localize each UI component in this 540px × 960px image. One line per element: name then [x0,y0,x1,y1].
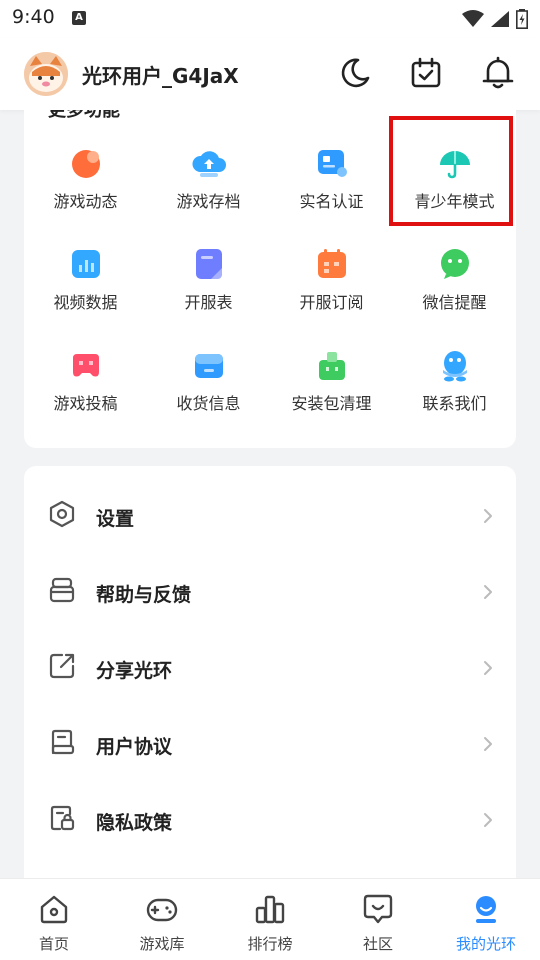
nav-label: 社区 [362,935,393,953]
func-label: 游戏动态 [53,192,118,211]
func-label: 实名认证 [299,192,364,211]
status-time: 9:40 [12,6,55,28]
settings-row-share[interactable]: 分享光环 [24,626,516,702]
func-label: 开服表 [184,293,233,312]
nav-tab-ranking[interactable]: 排行榜 [216,879,324,960]
func-label: 游戏投稿 [53,394,118,413]
func-item-package-cleanup[interactable]: 安装包清理 [270,334,393,414]
bell-icon[interactable] [481,56,515,90]
func-item-game-submit[interactable]: 游戏投稿 [24,334,147,414]
status-bar: 9:40 A [0,0,540,38]
settings-card: 设置 帮助与反馈 分享光环 用户协议 隐私政策 [24,466,516,886]
wifi-icon [462,10,484,27]
signal-icon [491,11,509,27]
home-icon [40,895,68,924]
notification-a-icon: A [72,11,86,25]
nav-tab-community[interactable]: 社区 [324,879,432,960]
func-item-cloud-save[interactable]: 游戏存档 [147,132,270,212]
settings-hex-icon [49,500,75,528]
share-label: 分享光环 [96,660,173,682]
nav-label: 游戏库 [139,935,185,953]
func-item-wechat-reminder[interactable]: 微信提醒 [393,233,516,313]
nav-label: 首页 [38,935,69,953]
battery-icon [516,9,528,29]
func-item-server-subscribe[interactable]: 开服订阅 [270,233,393,313]
help-feedback-icon [49,577,75,603]
user-agreement-label: 用户协议 [96,736,173,758]
func-item-video-data[interactable]: 视频数据 [24,233,147,313]
game-news-icon [72,150,100,178]
settings-label: 设置 [96,508,135,530]
nav-label: 我的光环 [455,935,516,953]
more-functions-title: 更多功能 [48,110,120,121]
community-icon [363,894,393,924]
func-label: 开服订阅 [299,293,364,312]
server-list-icon [196,249,222,279]
delivery-box-icon [195,354,223,378]
chevron-right-icon [484,813,492,827]
cleanup-icon [319,352,345,380]
user-header: 光环用户_G4JaX [0,38,540,110]
profile-icon [476,896,496,923]
func-label: 微信提醒 [422,293,487,312]
more-functions-card: 更多功能 游戏动态 游戏存档 实名认证 青少年模式 视频数据 开服表 开服订阅 … [24,110,516,448]
func-item-delivery-info[interactable]: 收货信息 [147,334,270,414]
gamepad-icon [146,898,178,922]
settings-row-user-agreement[interactable]: 用户协议 [24,702,516,778]
calendar-check-icon[interactable] [409,56,443,90]
user-agreement-icon [51,729,75,755]
nav-tab-home[interactable]: 首页 [0,879,108,960]
ranking-icon [255,895,285,924]
func-label: 收货信息 [176,394,241,413]
func-label: 安装包清理 [291,394,372,413]
share-icon [49,653,75,679]
func-label: 视频数据 [53,293,118,312]
settings-row-settings[interactable]: 设置 [24,474,516,550]
umbrella-icon [440,151,470,179]
help-feedback-label: 帮助与反馈 [96,584,192,606]
func-item-real-name[interactable]: 实名认证 [270,132,393,212]
moon-icon[interactable] [338,56,372,90]
chevron-right-icon [484,585,492,599]
gamepad-submit-icon [73,354,99,377]
nav-label: 排行榜 [247,935,293,953]
func-label: 游戏存档 [176,192,241,211]
cloud-save-icon [192,151,226,177]
calendar-subscribe-icon [318,249,346,278]
func-label: 青少年模式 [414,192,495,211]
avatar[interactable] [24,52,68,96]
privacy-label: 隐私政策 [96,812,173,834]
func-item-server-list[interactable]: 开服表 [147,233,270,313]
nav-tab-my-halo[interactable]: 我的光环 [432,879,540,960]
bottom-nav: 首页 游戏库 排行榜 社区 我的光环 [0,878,540,960]
avatar-cat-icon [24,52,68,96]
chevron-right-icon [484,509,492,523]
username[interactable]: 光环用户_G4JaX [82,60,239,89]
chevron-right-icon [484,737,492,751]
nav-tab-game-library[interactable]: 游戏库 [108,879,216,960]
chevron-right-icon [484,661,492,675]
func-item-teen-mode[interactable]: 青少年模式 [393,132,516,212]
video-data-icon [72,250,100,278]
id-card-icon [318,150,347,177]
func-item-contact-us[interactable]: 联系我们 [393,334,516,414]
qq-contact-icon [443,351,467,382]
settings-row-help-feedback[interactable]: 帮助与反馈 [24,550,516,626]
status-icons [462,8,528,30]
settings-row-privacy[interactable]: 隐私政策 [24,778,516,854]
wechat-icon [441,249,469,279]
func-label: 联系我们 [422,394,487,413]
func-item-game-news[interactable]: 游戏动态 [24,132,147,212]
privacy-lock-icon [50,805,75,831]
